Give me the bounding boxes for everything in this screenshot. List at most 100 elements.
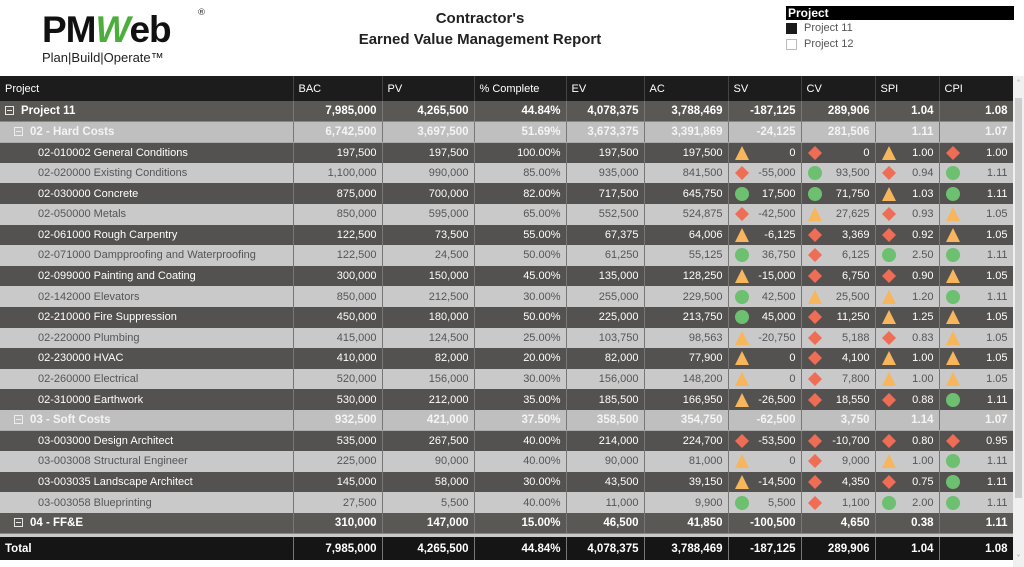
cell-cv: 1,100 (801, 492, 876, 513)
cell-pv: 4,265,500 (382, 101, 475, 123)
collapse-icon[interactable] (14, 517, 23, 527)
table-row[interactable]: 02-050000 Metals 850,000 595,000 65.00% 552,… (0, 203, 1014, 225)
cell-value: -10,700 (832, 435, 870, 448)
cell-value: 45,000 (761, 311, 796, 324)
table-row[interactable]: 02-310000 Earthwork 530,000 212,000 35.00% 1… (0, 389, 1014, 410)
kpi-cell-content: 1.00 (881, 371, 934, 387)
status-circle-green-icon (807, 165, 823, 181)
cell-value: 0 (789, 455, 796, 468)
cell-value: -53,500 (758, 435, 796, 448)
table-row[interactable]: 02-020000 Existing Conditions 1,100,000 99… (0, 162, 1014, 184)
vertical-scrollbar[interactable]: ˄ ˅ (1013, 76, 1024, 567)
status-diamond-red-icon (881, 165, 897, 181)
status-triangle-amber-icon (945, 371, 961, 387)
kpi-cell-content: -20,750 (734, 330, 796, 346)
table-row[interactable]: 02-210000 Fire Suppression 450,000 180,000… (0, 306, 1014, 328)
scroll-up-icon[interactable]: ˄ (1013, 78, 1024, 90)
table-row[interactable]: 02-260000 Electrical 520,000 156,000 30.00%… (0, 368, 1014, 390)
cell-sv: 0 (728, 142, 802, 163)
scrollbar-thumb[interactable] (1015, 98, 1022, 498)
col-header-ac[interactable]: AC (644, 76, 729, 101)
table-row[interactable]: 02-030000 Concrete 875,000 700,000 82.00% 71… (0, 183, 1014, 204)
col-header-cv[interactable]: CV (801, 76, 876, 101)
category-group-row[interactable]: 03 - Soft Costs 932,500 421,000 37.50% 358,5… (0, 409, 1014, 431)
cell-value: 3,369 (841, 228, 870, 241)
cell-sv: 42,500 (728, 286, 802, 307)
col-header-spi[interactable]: SPI (875, 76, 940, 101)
kpi-cell-content: 5,500 (734, 495, 796, 511)
status-diamond-red-icon (807, 495, 823, 511)
kpi-cell-content: 45,000 (734, 309, 796, 325)
cell-value: 71,750 (835, 187, 870, 200)
col-header-pct-complete[interactable]: % Complete (474, 76, 567, 101)
cell-ac: 524,875 (644, 203, 729, 225)
cell-sv: 45,000 (728, 306, 802, 328)
cell-sv: -14,500 (728, 471, 802, 493)
collapse-icon[interactable] (14, 414, 23, 424)
collapse-icon[interactable] (5, 106, 14, 116)
cell-pv: 5,500 (382, 492, 475, 513)
cell-spi: 2.50 (875, 245, 940, 266)
slicer-option-project-11[interactable]: Project 11 (786, 20, 1014, 36)
col-header-sv[interactable]: SV (728, 76, 802, 101)
table-row[interactable]: 02-230000 HVAC 410,000 82,000 20.00% 82,000 7… (0, 348, 1014, 369)
status-diamond-red-icon (734, 165, 750, 181)
table-row[interactable]: 02-071000 Dampproofing and Waterproofing… (0, 245, 1014, 266)
cell-value: 0 (863, 146, 870, 159)
table-row[interactable]: 03-003035 Landscape Architect 145,000 58,0… (0, 471, 1014, 493)
project-group-row[interactable]: Project 11 7,985,000 4,265,500 44.84% 4,078,… (0, 101, 1014, 123)
status-triangle-amber-icon (734, 350, 750, 366)
cell-bac: 520,000 (293, 368, 383, 390)
kpi-cell-content: 18,550 (807, 392, 870, 408)
total-cpi: 1.08 (939, 537, 1014, 561)
cell-ev: 4,078,375 (566, 101, 645, 123)
kpi-cell-content: 4,350 (807, 474, 870, 490)
table-row[interactable]: 02-142000 Elevators 850,000 212,500 30.00% 2… (0, 286, 1014, 307)
cell-value: 42,500 (761, 290, 796, 303)
col-header-ev[interactable]: EV (566, 76, 645, 101)
cell-bac: 450,000 (293, 306, 383, 328)
table-row[interactable]: 02-010002 General Conditions 197,500 197,5… (0, 142, 1014, 163)
cell-cpi: 1.11 (939, 389, 1014, 410)
kpi-cell-content: 93,500 (807, 165, 870, 181)
table-row[interactable]: 03-003000 Design Architect 535,000 267,500… (0, 430, 1014, 452)
cell-pct: 65.00% (474, 203, 567, 225)
table-row[interactable]: 02-061000 Rough Carpentry 122,500 73,500 55… (0, 224, 1014, 246)
col-header-project[interactable]: Project (0, 76, 294, 101)
row-label: 03 - Soft Costs (0, 409, 294, 431)
cell-value: 1.11 (986, 249, 1008, 262)
cell-ev: 43,500 (566, 471, 645, 493)
checkbox-unchecked-icon[interactable] (786, 38, 797, 50)
category-group-row[interactable]: 02 - Hard Costs 6,742,500 3,697,500 51.69% 3… (0, 121, 1014, 143)
kpi-cell-content: 1.11 (945, 392, 1008, 408)
cell-value: 0 (789, 146, 796, 159)
cell-ev: 156,000 (566, 368, 645, 390)
scroll-down-icon[interactable]: ˅ (1013, 553, 1024, 565)
table-row[interactable]: 03-003008 Structural Engineer 225,000 90,0… (0, 451, 1014, 472)
col-header-pv[interactable]: PV (382, 76, 475, 101)
status-triangle-amber-icon (734, 330, 750, 346)
table-row[interactable]: 03-003058 Blueprinting 27,500 5,500 40.00% 1… (0, 492, 1014, 513)
total-label: Total (0, 537, 294, 561)
col-header-cpi[interactable]: CPI (939, 76, 1014, 101)
cell-pv: 212,000 (382, 389, 475, 410)
collapse-icon[interactable] (14, 126, 23, 136)
registered-mark: ® (197, 8, 206, 18)
table-row[interactable]: 02-220000 Plumbing 415,000 124,500 25.00% 10… (0, 327, 1014, 349)
kpi-cell-content: 1.11 (945, 453, 1008, 469)
cell-value: 1.05 (986, 270, 1008, 283)
cell-pct: 25.00% (474, 327, 567, 349)
evm-table: Project BAC PV % Complete EV AC SV CV SP… (0, 76, 1014, 561)
status-triangle-amber-icon (945, 350, 961, 366)
status-diamond-red-icon (734, 433, 750, 449)
cell-value: 1.05 (986, 311, 1008, 324)
table-row[interactable]: 02-099000 Painting and Coating 300,000 150… (0, 265, 1014, 287)
checkbox-checked-icon[interactable] (786, 22, 797, 34)
status-triangle-amber-icon (881, 309, 897, 325)
col-header-bac[interactable]: BAC (293, 76, 383, 101)
category-group-row[interactable]: 04 - FF&E 310,000 147,000 15.00% 46,500 41,85… (0, 512, 1014, 534)
cell-spi: 0.90 (875, 265, 940, 287)
cell-spi: 1.04 (875, 101, 940, 123)
status-diamond-red-icon (807, 433, 823, 449)
slicer-option-project-12[interactable]: Project 12 (786, 36, 1014, 52)
